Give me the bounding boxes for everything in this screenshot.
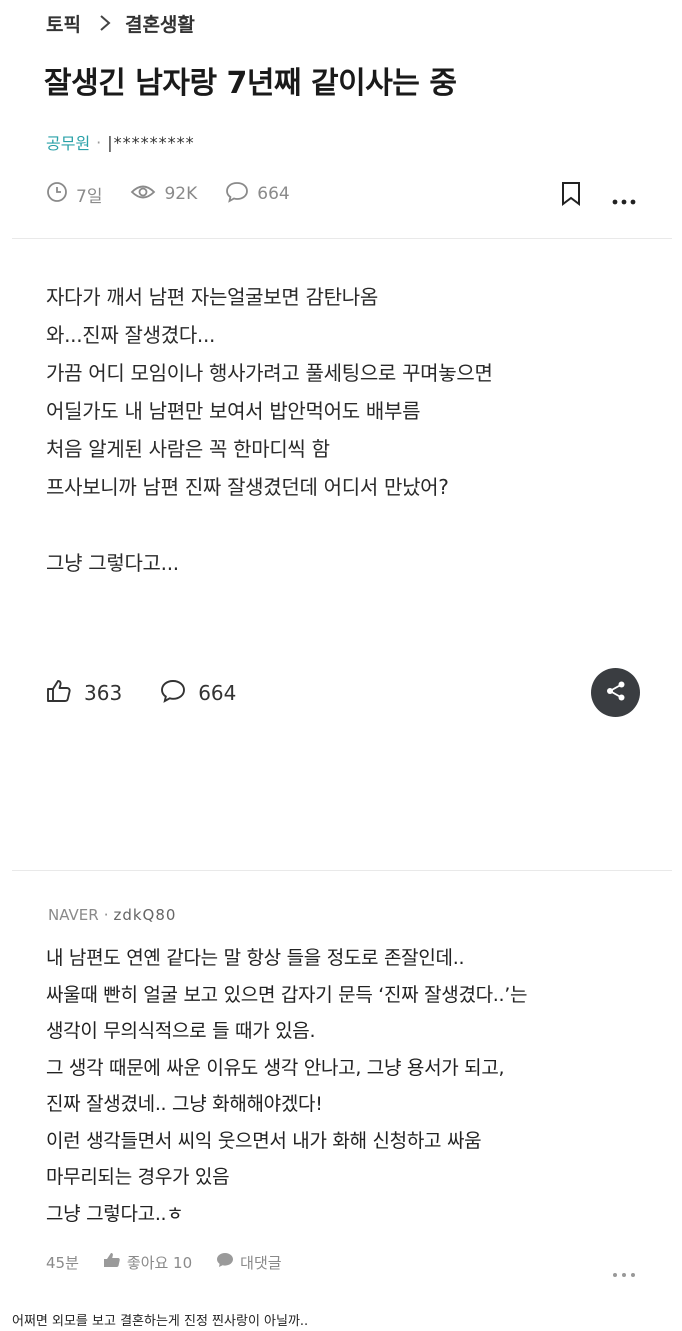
post-body-line: 와...진짜 잘생겼다... [46, 323, 216, 347]
breadcrumb-category[interactable]: 결혼생활 [125, 10, 195, 37]
comment-like-button[interactable]: 좋아요 10 [103, 1252, 192, 1273]
comment-line: 그냥 그렇다고..ㅎ [46, 1202, 184, 1225]
post-views-text: 92K [164, 184, 198, 204]
post-body-line [46, 506, 493, 544]
comment-count: 664 [198, 681, 237, 705]
author-nickname[interactable]: |********* [107, 133, 194, 152]
thumbs-up-icon [103, 1252, 127, 1272]
separator-dot: · [96, 132, 102, 152]
comment-line: 생각이 무의식적으로 들 때가 있음. [46, 1020, 316, 1042]
comment-body: 내 남편도 연옌 같다는 말 항상 들을 정도로 존잘인데.. 싸울때 빤히 얼… [46, 940, 528, 1232]
bookmark-button[interactable] [560, 181, 582, 211]
reply-label: 대댓글 [240, 1253, 282, 1272]
post-author: 공무원 · |********* [46, 130, 195, 154]
comment-icon [160, 679, 198, 708]
divider [12, 870, 672, 871]
post-body-line: 자다가 깨서 남편 자는얼굴보면 감탄나옴 [46, 285, 378, 309]
share-button[interactable] [591, 668, 640, 717]
comment-footer: 45분 좋아요 10 대댓글 [46, 1250, 306, 1274]
eye-icon [130, 182, 164, 207]
like-count: 363 [84, 681, 123, 705]
chevron-right-icon [99, 14, 111, 32]
like-button[interactable]: 363 [46, 679, 122, 708]
more-icon [612, 190, 636, 209]
post-views: 92K [130, 182, 197, 207]
breadcrumb: 토픽 결혼생활 [46, 8, 195, 38]
more-button[interactable] [612, 190, 636, 209]
comment-icon [225, 181, 257, 208]
post-body-line: 처음 알게된 사람은 꼭 한마디씩 함 [46, 437, 330, 461]
comment-line: 내 남편도 연옌 같다는 말 항상 들을 정도로 존잘인데.. [46, 947, 465, 969]
comment-like-label: 좋아요 10 [126, 1253, 193, 1272]
post-page: 토픽 결혼생활 잘생긴 남자랑 7년째 같이사는 중 공무원 · |******… [0, 0, 682, 1331]
comment-icon [216, 1252, 240, 1272]
comment-more-button[interactable] [612, 1263, 636, 1282]
breadcrumb-topic[interactable]: 토픽 [46, 10, 81, 37]
post-body-line: 그냥 그렇다고... [46, 551, 179, 575]
separator-dot: · [103, 906, 109, 924]
comment-button[interactable]: 664 [160, 679, 236, 708]
comment-line: 진짜 잘생겼네.. 그냥 화해해야겠다! [46, 1093, 323, 1115]
reply-button[interactable]: 대댓글 [216, 1252, 282, 1273]
comment-line: 그 생각 때문에 싸운 이유도 생각 안나고, 그냥 용서가 되고, [46, 1056, 505, 1079]
more-icon [612, 1263, 636, 1282]
author-company[interactable]: 공무원 [46, 130, 90, 154]
thumbs-up-icon [46, 679, 84, 708]
comment-header: NAVER · zdkQ80 [48, 906, 176, 924]
post-comments-text: 664 [257, 184, 290, 204]
post-actions: 363 664 [46, 676, 274, 710]
comment-time: 45분 [46, 1253, 79, 1272]
post-comments: 664 [225, 181, 290, 208]
divider [12, 238, 672, 239]
post-body-line: 가끔 어디 모임이나 행사가려고 풀세팅으로 꾸며놓으면 [46, 361, 493, 385]
comment-company[interactable]: NAVER [48, 906, 99, 924]
image-caption: 어쩌면 외모를 보고 결혼하는게 진정 찐사랑이 아닐까.. [12, 1314, 309, 1329]
post-body-line: 프사보니까 남편 진짜 잘생겼던데 어디서 만났어? [46, 475, 449, 499]
post-body: 자다가 깨서 남편 자는얼굴보면 감탄나옴 와...진짜 잘생겼다... 가끔 … [46, 278, 493, 582]
comment-line: 이런 생각들면서 씨익 웃으면서 내가 화해 신청하고 싸움 [46, 1129, 482, 1152]
post-title: 잘생긴 남자랑 7년째 같이사는 중 [44, 66, 457, 101]
clock-icon [46, 181, 76, 208]
comment-line: 싸울때 빤히 얼굴 보고 있으면 갑자기 문득 ‘진짜 잘생겼다..’는 [46, 983, 528, 1006]
share-icon [605, 680, 627, 706]
bookmark-icon [560, 182, 582, 211]
post-meta: 7일 92K 664 [46, 180, 318, 208]
comment-nickname[interactable]: zdkQ80 [113, 906, 176, 924]
post-time-text: 7일 [76, 186, 103, 207]
post-time: 7일 [46, 181, 102, 208]
post-body-line: 어딜가도 내 남편만 보여서 밥안먹어도 배부름 [46, 399, 421, 423]
comment-line: 마무리되는 경우가 있음 [46, 1166, 230, 1188]
